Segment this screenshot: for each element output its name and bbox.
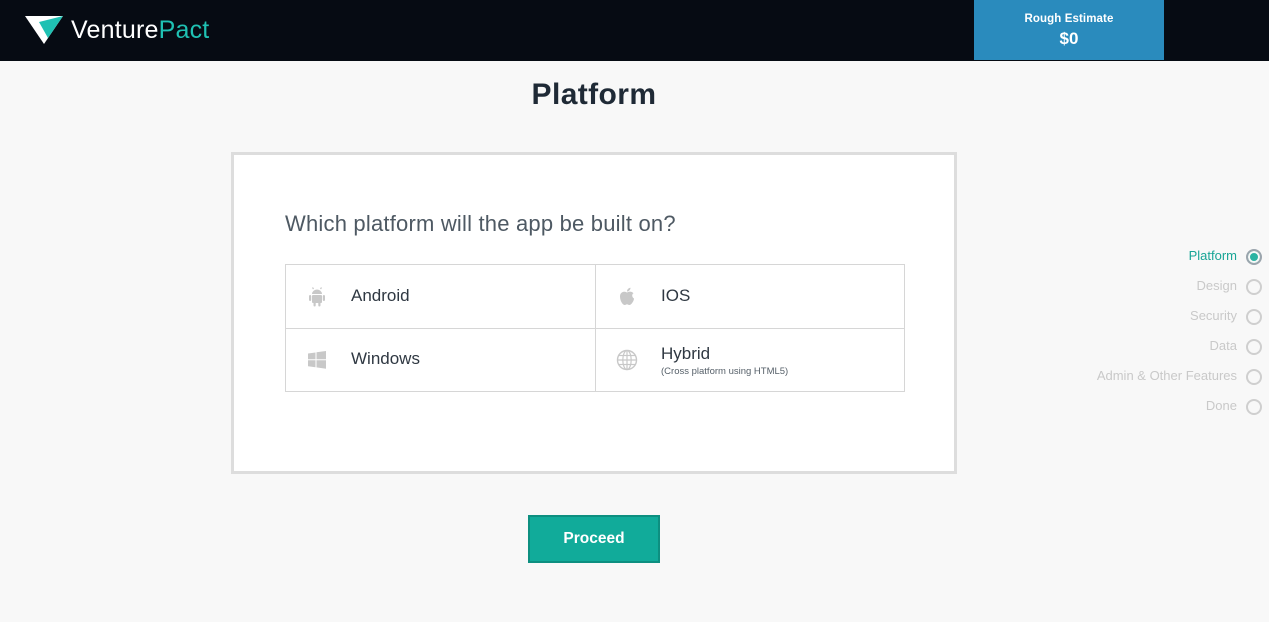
logo-text: VenturePact — [71, 16, 209, 45]
option-ios[interactable]: IOS — [596, 265, 904, 329]
option-label: Hybrid — [661, 344, 711, 363]
logo-triangle-icon — [25, 16, 63, 44]
windows-icon — [308, 351, 326, 369]
android-icon — [309, 287, 325, 307]
page-title: Platform — [531, 78, 657, 111]
step-label: Security — [1190, 308, 1237, 323]
step-platform[interactable]: Platform — [1062, 248, 1262, 278]
step-dot — [1246, 399, 1262, 415]
step-dot — [1246, 339, 1262, 355]
option-label: IOS — [661, 286, 691, 305]
option-label: Windows — [351, 349, 420, 368]
platform-options: Android IOS Windows Hybrid (Cross platfo… — [285, 264, 905, 392]
option-android[interactable]: Android — [286, 265, 596, 329]
step-dot — [1246, 309, 1262, 325]
step-label: Done — [1205, 398, 1237, 413]
step-admin-other-features[interactable]: Admin & Other Features — [1062, 368, 1262, 398]
step-design[interactable]: Design — [1062, 278, 1262, 308]
estimate-value: $0 — [1059, 29, 1079, 48]
step-dot-active — [1246, 249, 1262, 265]
logo-text-prefix: Venture — [71, 15, 159, 44]
proceed-button[interactable]: Proceed — [528, 515, 660, 563]
rough-estimate-panel: Rough Estimate $0 — [974, 0, 1164, 60]
globe-icon — [616, 349, 638, 371]
question-text: Which platform will the app be built on? — [285, 211, 676, 236]
step-label: Admin & Other Features — [1096, 368, 1237, 383]
step-dot — [1246, 369, 1262, 385]
option-label: Android — [351, 286, 410, 305]
progress-steps: Platform Design Security Data Admin & Ot… — [1062, 248, 1262, 428]
option-sublabel: (Cross platform using HTML5) — [661, 366, 789, 377]
option-windows[interactable]: Windows — [286, 328, 596, 392]
step-done[interactable]: Done — [1062, 398, 1262, 428]
apple-icon — [620, 287, 634, 306]
question-card: Which platform will the app be built on?… — [231, 152, 957, 474]
step-label: Data — [1209, 338, 1237, 353]
option-hybrid[interactable]: Hybrid (Cross platform using HTML5) — [596, 328, 904, 392]
step-dot — [1246, 279, 1262, 295]
step-label: Platform — [1188, 248, 1237, 263]
logo-text-suffix: Pact — [158, 15, 210, 44]
top-bar: VenturePact Rough Estimate $0 — [0, 0, 1269, 61]
venturepact-logo[interactable]: VenturePact — [25, 14, 209, 46]
estimate-label: Rough Estimate — [1024, 13, 1114, 25]
step-security[interactable]: Security — [1062, 308, 1262, 338]
step-data[interactable]: Data — [1062, 338, 1262, 368]
step-label: Design — [1196, 278, 1237, 293]
